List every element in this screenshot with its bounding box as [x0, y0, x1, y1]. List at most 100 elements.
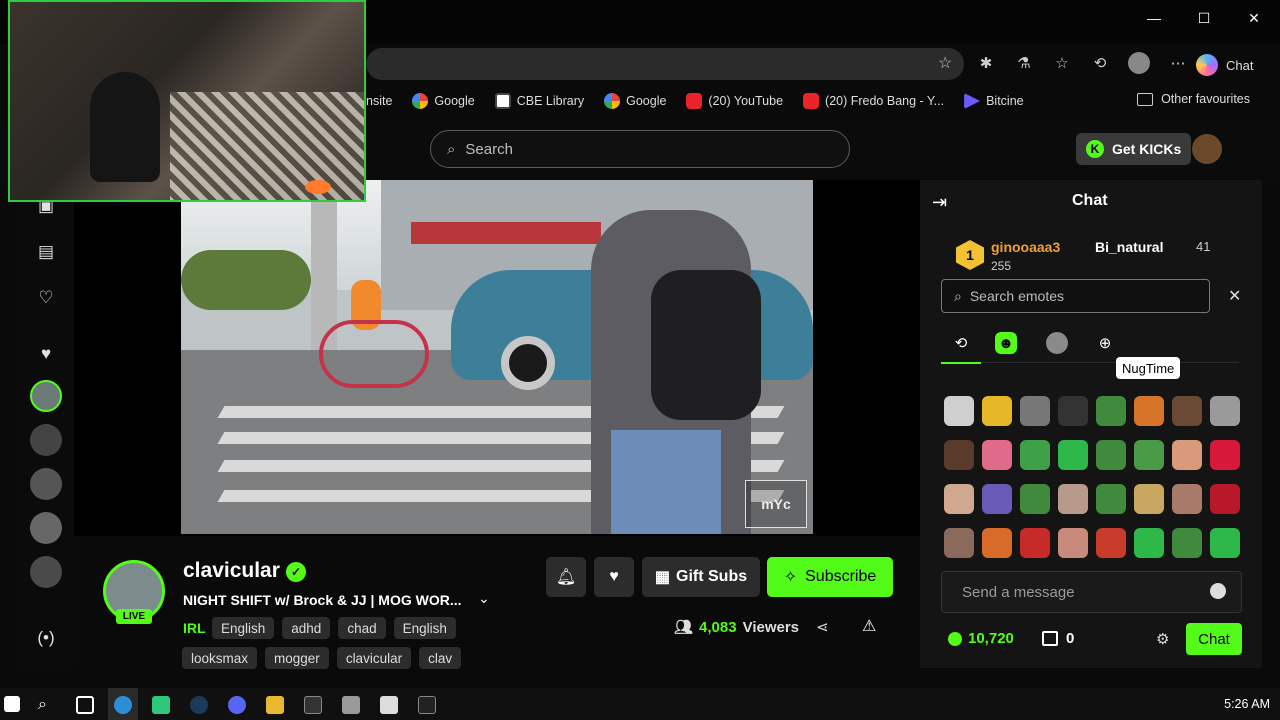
- file-explorer-icon[interactable]: [266, 696, 284, 714]
- channel-points[interactable]: 10,720: [948, 630, 1014, 647]
- emote[interactable]: [1058, 528, 1088, 558]
- emote-search-input[interactable]: ⌕ Search emotes: [941, 279, 1210, 313]
- gear-icon[interactable]: ⚙: [1156, 630, 1169, 648]
- store-button[interactable]: 0: [1042, 630, 1074, 647]
- followed-channel-avatar[interactable]: [30, 468, 62, 500]
- leaderboard-first-name[interactable]: ginooaaa3: [991, 239, 1060, 255]
- task-view-icon[interactable]: [76, 696, 94, 714]
- bookmark-bitcine[interactable]: Bitcine: [964, 93, 1024, 109]
- history-icon[interactable]: ⟲: [1090, 53, 1110, 73]
- leaderboard-second-name[interactable]: Bi_natural: [1095, 239, 1163, 255]
- emote[interactable]: [982, 396, 1012, 426]
- emote[interactable]: [1134, 528, 1164, 558]
- emote[interactable]: [1172, 528, 1202, 558]
- emote[interactable]: [1210, 528, 1240, 558]
- tag[interactable]: English: [212, 617, 275, 639]
- bookmark-fredo-bang[interactable]: (20) Fredo Bang - Y...: [803, 93, 944, 109]
- heart-icon[interactable]: ♥: [32, 340, 60, 368]
- address-bar[interactable]: ☆: [366, 48, 964, 80]
- bookmark-site[interactable]: nsite: [366, 94, 392, 108]
- split-screen-icon[interactable]: ⚗: [1014, 53, 1034, 73]
- channel-emotes-tab[interactable]: [1046, 332, 1068, 354]
- edge-icon[interactable]: [114, 696, 132, 714]
- emote[interactable]: [1134, 484, 1164, 514]
- tag[interactable]: English: [393, 617, 456, 639]
- tag[interactable]: chad: [338, 617, 386, 639]
- bookmark-google-2[interactable]: Google: [604, 93, 666, 109]
- emote[interactable]: [982, 440, 1012, 470]
- bookmark-google[interactable]: Google: [412, 93, 475, 109]
- channel-name[interactable]: clavicular: [183, 559, 280, 583]
- tag[interactable]: clav: [419, 647, 462, 669]
- windows-start-icon[interactable]: [4, 696, 20, 712]
- emote[interactable]: [1058, 440, 1088, 470]
- emote[interactable]: [1096, 396, 1126, 426]
- store-app-icon[interactable]: [380, 696, 398, 714]
- emote[interactable]: [1020, 484, 1050, 514]
- emote[interactable]: [944, 528, 974, 558]
- recent-emotes-tab[interactable]: ⟲: [950, 332, 972, 354]
- more-menu-icon[interactable]: ⋯: [1168, 53, 1188, 73]
- tag[interactable]: looksmax: [182, 647, 258, 669]
- heart-outline-icon[interactable]: ♡: [32, 284, 60, 312]
- message-input[interactable]: Send a message: [941, 571, 1242, 613]
- emoji-picker-icon[interactable]: [1210, 583, 1226, 599]
- emote[interactable]: [1020, 396, 1050, 426]
- other-favourites[interactable]: Other favourites: [1137, 92, 1250, 106]
- emote[interactable]: [1210, 484, 1240, 514]
- emote[interactable]: [1020, 440, 1050, 470]
- emote[interactable]: [1134, 396, 1164, 426]
- favorite-star-icon[interactable]: ☆: [938, 55, 956, 73]
- subscribe-button[interactable]: ✧ Subscribe: [767, 557, 893, 597]
- emote[interactable]: [1020, 528, 1050, 558]
- following-icon[interactable]: ▤: [32, 238, 60, 266]
- emote[interactable]: [1058, 396, 1088, 426]
- emote[interactable]: [982, 528, 1012, 558]
- tag[interactable]: clavicular: [336, 647, 412, 669]
- followed-channel-avatar[interactable]: [30, 512, 62, 544]
- app-icon[interactable]: [152, 696, 170, 714]
- emote[interactable]: [1172, 484, 1202, 514]
- global-emotes-tab[interactable]: ⊕: [1094, 332, 1116, 354]
- maximize-icon[interactable]: ☐: [1196, 10, 1212, 26]
- close-window-icon[interactable]: ✕: [1246, 10, 1262, 26]
- emote[interactable]: [1210, 440, 1240, 470]
- emote[interactable]: [982, 484, 1012, 514]
- tag[interactable]: mogger: [265, 647, 329, 669]
- emote[interactable]: [944, 440, 974, 470]
- emote[interactable]: [1134, 440, 1164, 470]
- profile-icon[interactable]: [1128, 52, 1150, 74]
- emote[interactable]: [944, 396, 974, 426]
- broadcast-icon[interactable]: (•): [32, 624, 60, 652]
- extensions-icon[interactable]: ✱: [976, 53, 996, 73]
- emote[interactable]: [1096, 440, 1126, 470]
- tag[interactable]: adhd: [282, 617, 331, 639]
- send-chat-button[interactable]: Chat: [1186, 623, 1242, 655]
- close-icon[interactable]: ✕: [1228, 286, 1241, 306]
- bookmark-cbe-library[interactable]: CBE Library: [494, 93, 584, 109]
- bookmark-youtube[interactable]: (20) YouTube: [686, 93, 783, 109]
- report-warning-icon[interactable]: ⚠: [862, 616, 882, 635]
- emote[interactable]: [1172, 440, 1202, 470]
- search-input[interactable]: ⌕ Search: [430, 130, 850, 168]
- collapse-chat-icon[interactable]: ⇥: [932, 192, 947, 213]
- stream-category[interactable]: IRL: [183, 620, 206, 636]
- emote[interactable]: [1096, 484, 1126, 514]
- emote[interactable]: [1096, 528, 1126, 558]
- followed-channel-avatar[interactable]: [30, 424, 62, 456]
- emote[interactable]: [1210, 396, 1240, 426]
- chevron-down-icon[interactable]: ⌄: [478, 590, 490, 607]
- epic-games-icon[interactable]: [304, 696, 322, 714]
- followed-channel-avatar[interactable]: [30, 556, 62, 588]
- share-icon[interactable]: ⋖: [816, 618, 829, 636]
- emote[interactable]: [1172, 396, 1202, 426]
- user-avatar[interactable]: [1192, 134, 1222, 164]
- emote[interactable]: [944, 484, 974, 514]
- search-icon[interactable]: ⌕: [38, 696, 56, 714]
- notification-bell-button[interactable]: 🔔︎: [546, 557, 586, 597]
- follow-button[interactable]: ♥: [594, 557, 634, 597]
- discord-icon[interactable]: [228, 696, 246, 714]
- copilot-chat-button[interactable]: Chat: [1196, 54, 1253, 76]
- favorites-icon[interactable]: ☆: [1052, 53, 1072, 73]
- gift-subs-button[interactable]: ▦ Gift Subs: [642, 557, 760, 597]
